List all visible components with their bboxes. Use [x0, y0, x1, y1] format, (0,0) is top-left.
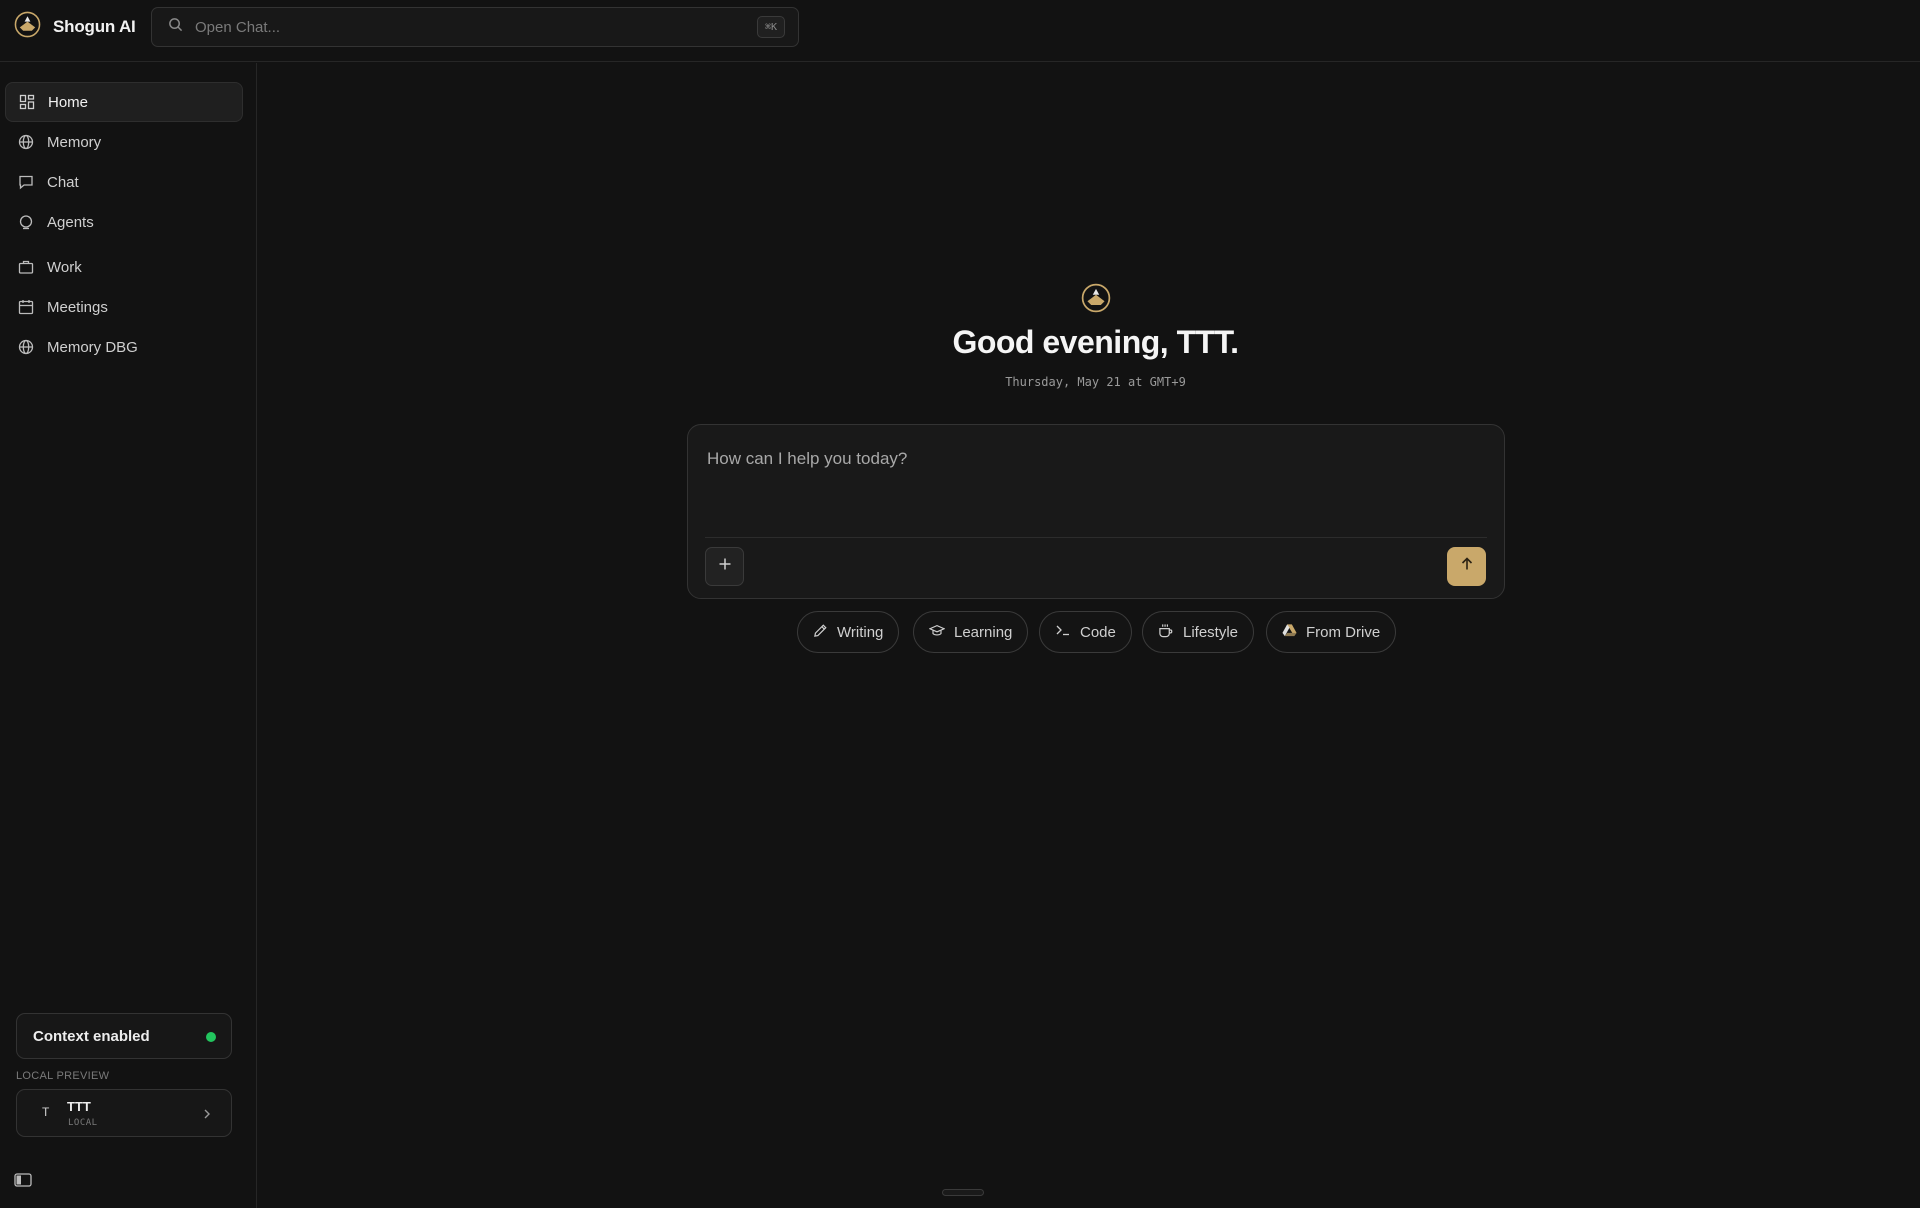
sidebar-item-label: Work: [47, 258, 82, 276]
sidebar-item-work[interactable]: Work: [5, 247, 243, 287]
graduation-cap-icon: [928, 623, 946, 642]
sidebar-item-label: Meetings: [47, 298, 108, 316]
brand[interactable]: Shogun AI: [14, 11, 136, 43]
context-label: Context enabled: [33, 1027, 150, 1045]
globe-icon: [18, 134, 34, 150]
user-name: TTT: [67, 1099, 91, 1114]
calendar-icon: [18, 299, 34, 315]
shogun-logo-icon: [14, 11, 41, 43]
chip-label: From Drive: [1306, 623, 1381, 641]
date-label: Thursday, May 21 at GMT+9: [1005, 375, 1186, 389]
sidebar-item-label: Agents: [47, 213, 94, 231]
chat-composer: [687, 424, 1505, 599]
sidebar-item-memory-dbg[interactable]: Memory DBG: [5, 327, 243, 367]
sidebar-item-label: Home: [48, 93, 89, 111]
avatar: T: [42, 1105, 50, 1119]
sidebar-item-label: Memory DBG: [47, 338, 138, 356]
sidebar-toggle-icon[interactable]: [14, 1172, 32, 1193]
chip-from-drive[interactable]: From Drive: [1266, 611, 1397, 653]
chip-code[interactable]: Code: [1039, 611, 1132, 653]
sidebar-item-chat[interactable]: Chat: [5, 162, 243, 202]
search-bar[interactable]: Open Chat... ⌘K: [151, 7, 799, 47]
user-sub-label: LOCAL: [68, 1118, 98, 1128]
search-icon: [168, 17, 183, 37]
local-preview-label: LOCAL PREVIEW: [16, 1070, 110, 1082]
shogun-logo-icon: [1081, 283, 1111, 318]
pencil-icon: [813, 623, 828, 642]
app-name: Shogun AI: [53, 17, 136, 36]
sidebar-item-label: Chat: [47, 173, 79, 191]
context-toggle[interactable]: Context enabled: [16, 1013, 232, 1059]
sidebar: Home Memory Chat Agents Work Meetings Me…: [0, 63, 257, 1208]
sidebar-item-meetings[interactable]: Meetings: [5, 287, 243, 327]
globe-icon: [18, 339, 34, 355]
chip-learning[interactable]: Learning: [913, 611, 1029, 653]
top-bar: Shogun AI Open Chat... ⌘K: [0, 0, 1920, 62]
chip-label: Learning: [954, 623, 1013, 641]
coffee-cup-icon: [1158, 623, 1174, 642]
search-input[interactable]: Open Chat...: [195, 19, 280, 36]
add-attachment-button[interactable]: [705, 547, 744, 586]
main-content: Good evening, TTT. Thursday, May 21 at G…: [258, 63, 1920, 1208]
briefcase-icon: [18, 259, 34, 275]
chat-input[interactable]: [707, 449, 1487, 509]
grid-icon: [19, 94, 35, 110]
chip-label: Writing: [837, 623, 884, 641]
chip-label: Code: [1080, 623, 1116, 641]
terminal-icon: [1055, 623, 1071, 641]
greeting-title: Good evening, TTT.: [952, 324, 1239, 360]
sidebar-item-memory[interactable]: Memory: [5, 122, 243, 162]
plus-icon: [718, 557, 732, 576]
composer-divider: [705, 537, 1487, 538]
agent-icon: [18, 214, 34, 230]
chip-lifestyle[interactable]: Lifestyle: [1142, 611, 1255, 653]
drive-icon: [1282, 623, 1297, 641]
shortcut-badge: ⌘K: [757, 16, 785, 38]
chevron-right-icon: [201, 1107, 213, 1125]
arrow-up-icon: [1460, 557, 1474, 576]
chip-writing[interactable]: Writing: [797, 611, 900, 653]
sidebar-item-label: Memory: [47, 133, 102, 151]
sidebar-item-agents[interactable]: Agents: [5, 202, 243, 242]
sidebar-item-home[interactable]: Home: [5, 82, 243, 122]
send-button[interactable]: [1447, 547, 1486, 586]
context-status-dot: [206, 1032, 216, 1042]
resize-handle[interactable]: [942, 1189, 984, 1196]
chip-label: Lifestyle: [1183, 623, 1239, 641]
chat-bubble-icon: [18, 174, 34, 190]
user-profile-button[interactable]: T TTT LOCAL: [16, 1089, 232, 1137]
